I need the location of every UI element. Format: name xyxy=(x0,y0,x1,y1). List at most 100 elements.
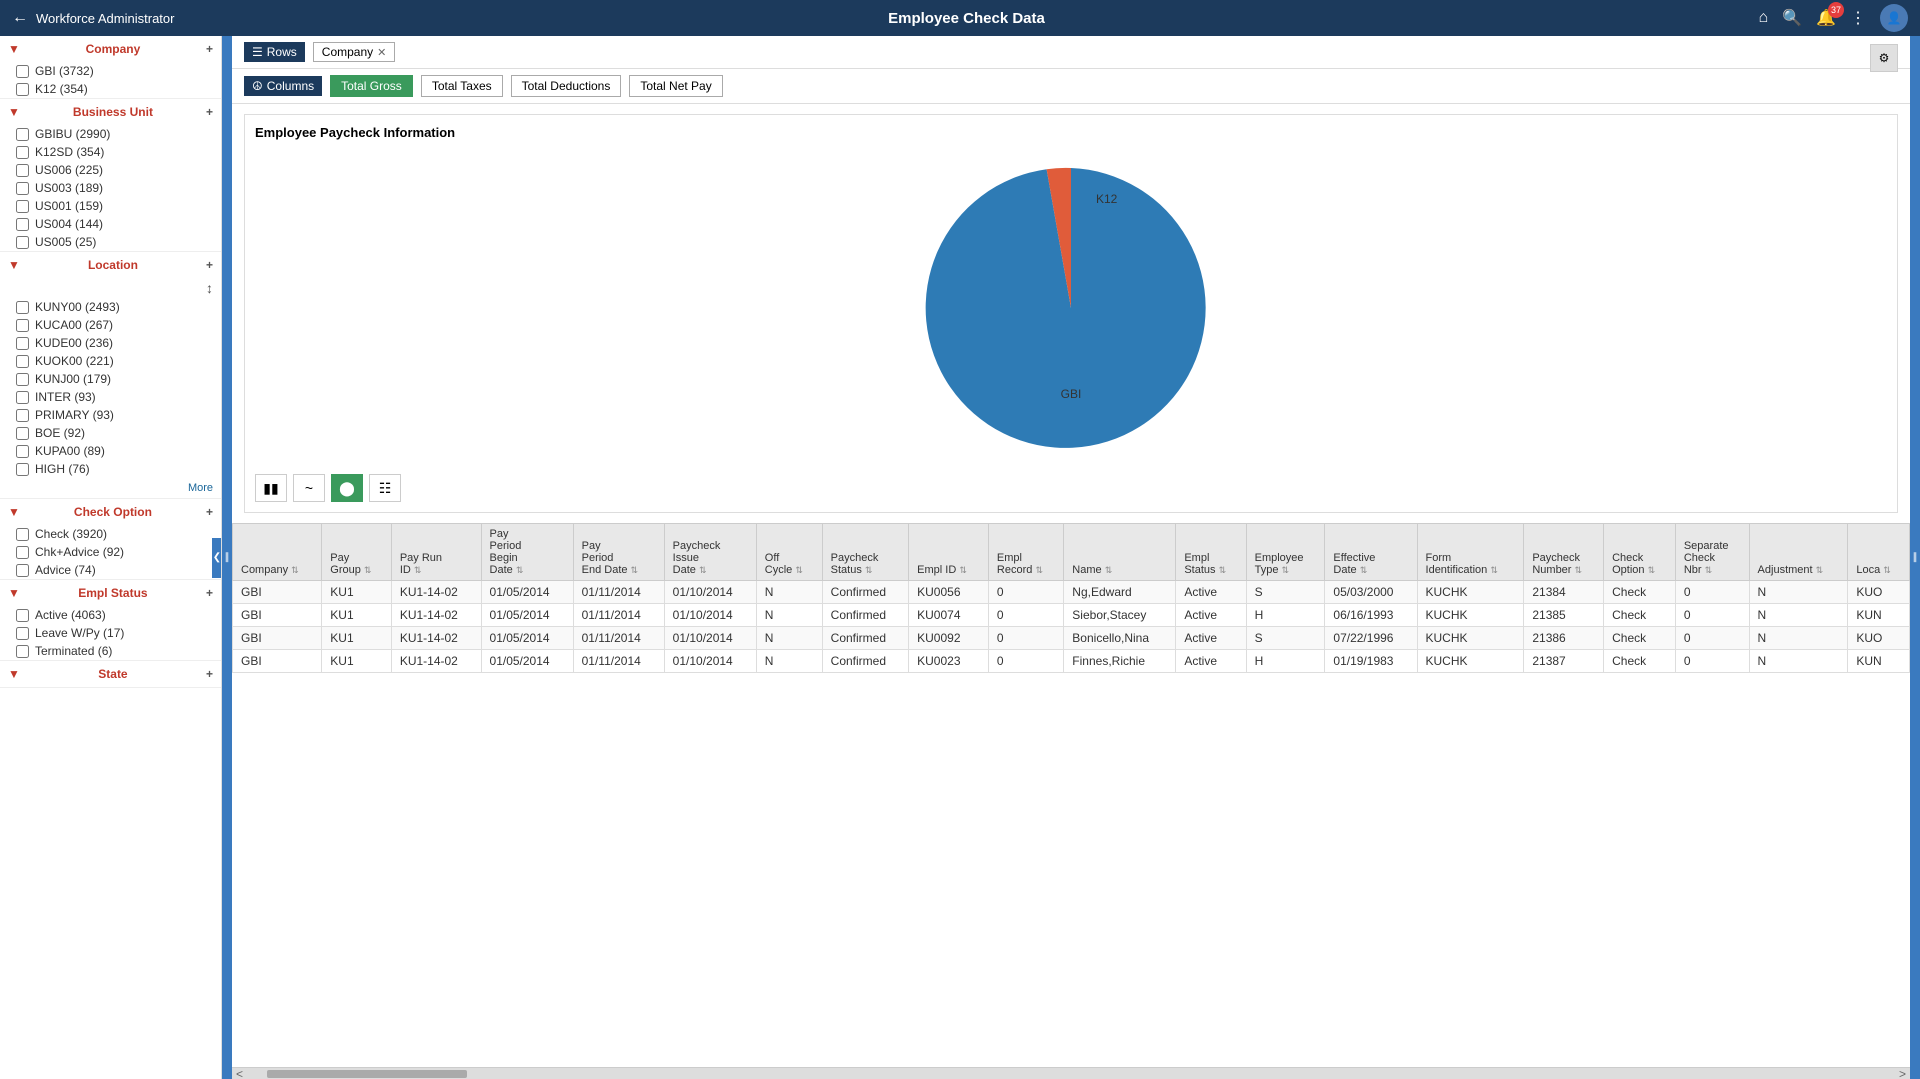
empl-status-header[interactable]: ▼ Empl Status + xyxy=(0,580,221,606)
left-resize-handle[interactable]: ∥ xyxy=(222,36,232,1079)
pie-chart-button[interactable]: ⬤ xyxy=(331,474,363,502)
cb-chkadvice[interactable] xyxy=(16,546,29,559)
sidebar-item-gbi[interactable]: GBI (3732) xyxy=(0,62,221,80)
search-button[interactable]: 🔍 xyxy=(1782,8,1802,28)
sidebar-item-kuny00[interactable]: KUNY00 (2493) xyxy=(0,298,221,316)
columns-tag[interactable]: ☮ Columns xyxy=(244,76,322,96)
th-loca[interactable]: Loca ⇅ xyxy=(1848,524,1910,581)
cb-kuca00[interactable] xyxy=(16,319,29,332)
sort-emptype[interactable]: ⇅ xyxy=(1282,565,1290,575)
th-adjustment[interactable]: Adjustment ⇅ xyxy=(1749,524,1848,581)
sidebar-item-us004[interactable]: US004 (144) xyxy=(0,215,221,233)
bar-chart-button[interactable]: ▮▮ xyxy=(255,474,287,502)
th-employee-type[interactable]: EmployeeType ⇅ xyxy=(1246,524,1325,581)
business-unit-header[interactable]: ▼ Business Unit + xyxy=(0,99,221,125)
sidebar-item-us006[interactable]: US006 (225) xyxy=(0,161,221,179)
sidebar-item-us003[interactable]: US003 (189) xyxy=(0,179,221,197)
sidebar-item-kuok00[interactable]: KUOK00 (221) xyxy=(0,352,221,370)
line-chart-button[interactable]: ~ xyxy=(293,474,325,502)
sort-formid[interactable]: ⇅ xyxy=(1490,565,1498,575)
sidebar-collapse-left[interactable]: ❮ xyxy=(212,538,222,578)
total-taxes-button[interactable]: Total Taxes xyxy=(421,75,503,97)
cb-terminated[interactable] xyxy=(16,645,29,658)
sidebar-item-high[interactable]: HIGH (76) xyxy=(0,460,221,478)
sidebar-item-terminated[interactable]: Terminated (6) xyxy=(0,642,221,660)
sidebar-item-chkadvice[interactable]: Chk+Advice (92) xyxy=(0,543,221,561)
scroll-left-arrow[interactable]: < xyxy=(232,1067,247,1079)
th-empl-id[interactable]: Empl ID ⇅ xyxy=(909,524,989,581)
sort-loca[interactable]: ⇅ xyxy=(1883,565,1891,575)
cb-us001[interactable] xyxy=(16,200,29,213)
home-button[interactable]: ⌂ xyxy=(1758,9,1768,27)
co-add-icon[interactable]: + xyxy=(206,505,213,519)
right-resize-handle[interactable]: ∥ xyxy=(1910,36,1920,1079)
sort-paycheckstatus[interactable]: ⇅ xyxy=(865,565,873,575)
notifications[interactable]: 🔔 37 xyxy=(1816,8,1836,28)
sort-name[interactable]: ⇅ xyxy=(1105,565,1113,575)
sort-checkoption[interactable]: ⇅ xyxy=(1648,565,1656,575)
sort-enddate[interactable]: ⇅ xyxy=(631,565,639,575)
sort-effdate[interactable]: ⇅ xyxy=(1360,565,1368,575)
cb-kupa00[interactable] xyxy=(16,445,29,458)
cb-inter[interactable] xyxy=(16,391,29,404)
bu-add-icon[interactable]: + xyxy=(206,105,213,119)
sort-emplstatus[interactable]: ⇅ xyxy=(1219,565,1227,575)
scroll-right-arrow[interactable]: > xyxy=(1895,1067,1910,1079)
sort-payrunid[interactable]: ⇅ xyxy=(414,565,422,575)
cb-kunj00[interactable] xyxy=(16,373,29,386)
sidebar-item-us001[interactable]: US001 (159) xyxy=(0,197,221,215)
sidebar-item-kunj00[interactable]: KUNJ00 (179) xyxy=(0,370,221,388)
th-issue-date[interactable]: PaycheckIssueDate ⇅ xyxy=(664,524,756,581)
scroll-thumb[interactable] xyxy=(267,1070,467,1078)
th-company[interactable]: Company ⇅ xyxy=(233,524,322,581)
th-empl-record[interactable]: EmplRecord ⇅ xyxy=(988,524,1063,581)
st-add-icon[interactable]: + xyxy=(206,667,213,681)
location-sort-icon[interactable]: ↕ xyxy=(206,280,213,296)
total-deductions-button[interactable]: Total Deductions xyxy=(511,75,622,97)
settings-button[interactable]: ⚙ xyxy=(1870,44,1898,72)
th-begin-date[interactable]: PayPeriodBeginDate ⇅ xyxy=(481,524,573,581)
sort-issuedate[interactable]: ⇅ xyxy=(699,565,707,575)
total-gross-button[interactable]: Total Gross xyxy=(330,75,413,97)
th-form-id[interactable]: FormIdentification ⇅ xyxy=(1417,524,1524,581)
sidebar-item-inter[interactable]: INTER (93) xyxy=(0,388,221,406)
sort-paygroup[interactable]: ⇅ xyxy=(364,565,372,575)
cb-boe[interactable] xyxy=(16,427,29,440)
cb-high[interactable] xyxy=(16,463,29,476)
sort-adjustment[interactable]: ⇅ xyxy=(1816,565,1824,575)
cb-kude00[interactable] xyxy=(16,337,29,350)
sidebar-item-kupa00[interactable]: KUPA00 (89) xyxy=(0,442,221,460)
sidebar-item-boe[interactable]: BOE (92) xyxy=(0,424,221,442)
sidebar-item-leavewpy[interactable]: Leave W/Py (17) xyxy=(0,624,221,642)
cb-active[interactable] xyxy=(16,609,29,622)
checkbox-k12[interactable] xyxy=(16,83,29,96)
sort-company[interactable]: ⇅ xyxy=(291,565,299,575)
cb-us003[interactable] xyxy=(16,182,29,195)
cb-primary[interactable] xyxy=(16,409,29,422)
sidebar-item-kude00[interactable]: KUDE00 (236) xyxy=(0,334,221,352)
total-net-pay-button[interactable]: Total Net Pay xyxy=(629,75,722,97)
th-paycheck-status[interactable]: PaycheckStatus ⇅ xyxy=(822,524,908,581)
state-header[interactable]: ▼ State + xyxy=(0,661,221,687)
sort-sepcheck[interactable]: ⇅ xyxy=(1705,565,1713,575)
company-section-header[interactable]: ▼ Company + xyxy=(0,36,221,62)
loc-add-icon[interactable]: + xyxy=(206,258,213,272)
location-more[interactable]: More xyxy=(0,478,221,498)
sidebar-item-k12sd[interactable]: K12SD (354) xyxy=(0,143,221,161)
th-pay-run-id[interactable]: Pay RunID ⇅ xyxy=(391,524,481,581)
th-sep-check[interactable]: SeparateCheckNbr ⇅ xyxy=(1675,524,1749,581)
cb-kuok00[interactable] xyxy=(16,355,29,368)
th-effective-date[interactable]: EffectiveDate ⇅ xyxy=(1325,524,1417,581)
sidebar-item-primary[interactable]: PRIMARY (93) xyxy=(0,406,221,424)
sidebar-item-kuca00[interactable]: KUCA00 (267) xyxy=(0,316,221,334)
location-header[interactable]: ▼ Location + xyxy=(0,252,221,278)
th-name[interactable]: Name ⇅ xyxy=(1064,524,1176,581)
sidebar-item-k12[interactable]: K12 (354) xyxy=(0,80,221,98)
cb-leavewpy[interactable] xyxy=(16,627,29,640)
rows-tag[interactable]: ☰ Rows xyxy=(244,42,305,62)
sort-emplid[interactable]: ⇅ xyxy=(959,565,967,575)
sidebar-item-gbibu[interactable]: GBIBU (2990) xyxy=(0,125,221,143)
th-paycheck-nbr[interactable]: PaycheckNumber ⇅ xyxy=(1524,524,1604,581)
cb-us006[interactable] xyxy=(16,164,29,177)
th-check-option[interactable]: CheckOption ⇅ xyxy=(1604,524,1676,581)
